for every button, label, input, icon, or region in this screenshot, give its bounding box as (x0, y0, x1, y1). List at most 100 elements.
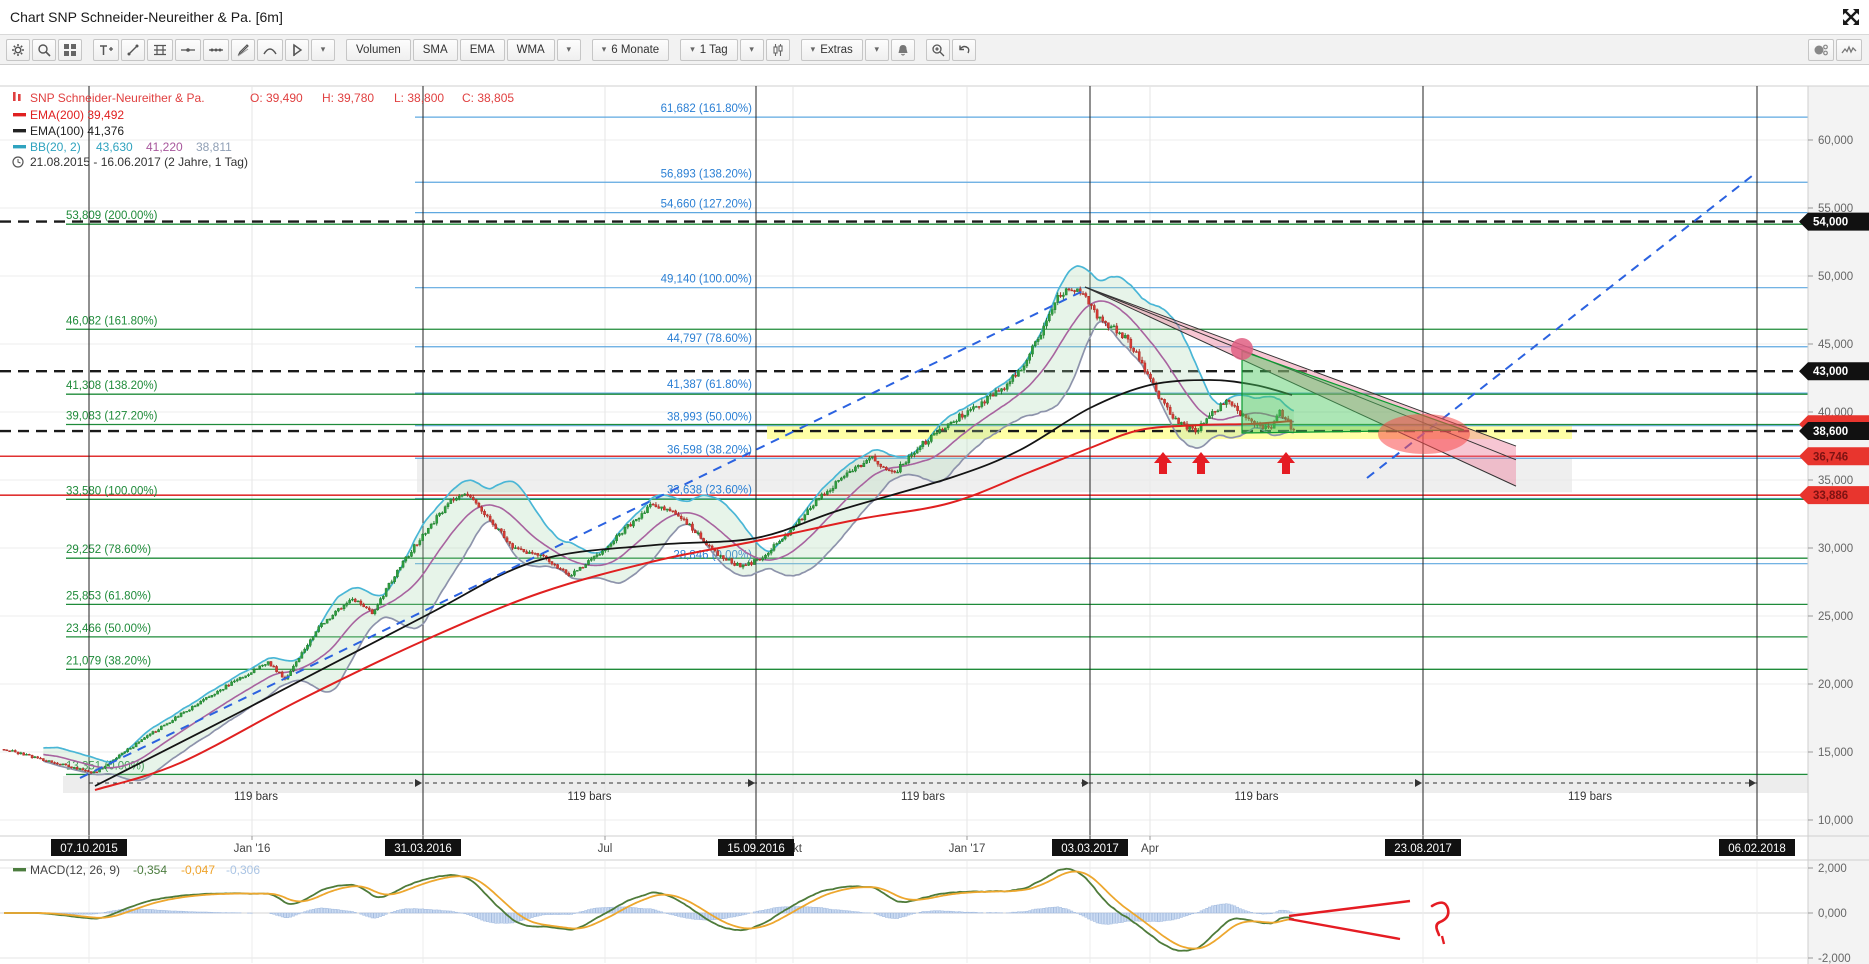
macd-histogram-bar (339, 909, 343, 914)
candle-body (800, 518, 804, 521)
macd-histogram-bar (969, 911, 972, 914)
macd-histogram-bar (1019, 911, 1023, 914)
fib-retracement-tool-button[interactable] (147, 38, 173, 61)
macd-histogram-bar (1174, 912, 1178, 920)
macd-histogram-bar (842, 910, 846, 914)
candle-body (151, 731, 155, 735)
candle-body (578, 567, 582, 571)
macd-histogram-bar (342, 910, 346, 914)
macd-histogram-bar (809, 906, 812, 914)
candle-body (514, 547, 517, 549)
macd-histogram-bar (471, 912, 475, 917)
wma-button[interactable]: WMA (506, 38, 555, 61)
candle-body (876, 460, 880, 465)
freehand-tool-button[interactable] (231, 38, 255, 61)
layout-grid-button[interactable] (58, 38, 82, 61)
volume-button[interactable]: Volumen (346, 38, 411, 61)
candle-body (1084, 293, 1088, 297)
macd-histogram-bar (1241, 909, 1245, 914)
candle-body (131, 746, 135, 749)
macd-histogram-bar (466, 912, 469, 915)
undo-button[interactable] (951, 38, 976, 61)
candle-body (345, 602, 349, 606)
candle-body (826, 491, 829, 495)
search-button[interactable] (32, 38, 56, 61)
sma-button[interactable]: SMA (412, 38, 458, 61)
line-chart-mode-button[interactable] (1836, 39, 1862, 61)
candle-body (559, 568, 562, 570)
macd-histogram-bar (530, 912, 534, 918)
candle-body (1107, 322, 1110, 328)
macd-histogram-bar (1188, 912, 1192, 915)
candle-body (654, 504, 658, 507)
candle-body (174, 716, 177, 721)
candle-body (103, 765, 107, 769)
candle-body (1087, 296, 1090, 305)
maximize-icon[interactable] (1841, 7, 1861, 27)
macd-histogram-bar (946, 910, 950, 914)
price-chart-canvas[interactable]: 53,809 (200.00%) 46,082 (161.80%) 41,308 (… (0, 0, 1869, 964)
extras-more-button[interactable]: ▾ (864, 38, 889, 61)
x-axis-label: Jan '17 (949, 843, 986, 855)
horizontal-line-tool-button[interactable] (175, 38, 201, 61)
candle-body (19, 752, 23, 755)
horizontal-ray-tool-button[interactable] (203, 38, 229, 61)
bubble-chart-button[interactable] (1808, 39, 1834, 61)
macd-histogram-bar (140, 908, 144, 914)
macd-axis-label: 0,000 (1818, 908, 1847, 920)
macd-histogram-bar (1255, 912, 1259, 914)
interval-dropdown[interactable]: ▾ 1 Tag (680, 38, 738, 61)
candle-body (1140, 359, 1144, 364)
macd-histogram-bar (1070, 910, 1074, 914)
arc-tool-button[interactable] (257, 38, 283, 61)
macd-histogram-bar (988, 912, 992, 914)
open-value: O: 39,490 (250, 91, 303, 105)
macd-histogram-bar (536, 912, 540, 917)
candle-body (1022, 365, 1026, 371)
candle-body (674, 510, 677, 515)
macd-histogram-bar (1236, 906, 1239, 914)
settings-button[interactable] (6, 38, 30, 61)
candle-body (1174, 417, 1178, 420)
candle-body (772, 544, 776, 551)
macd-histogram-bar (592, 908, 596, 914)
macd-histogram-bar (1182, 912, 1186, 917)
more-drawing-tools-button[interactable]: ▾ (311, 38, 335, 61)
more-indicators-button[interactable]: ▾ (556, 38, 581, 61)
candle-body (199, 701, 203, 705)
candle-body (415, 544, 419, 546)
marker-tool-button[interactable] (285, 38, 309, 61)
macd-histogram-bar (834, 909, 838, 914)
period-dropdown[interactable]: ▾ 6 Monate (591, 38, 670, 61)
macd-histogram-bar (151, 909, 155, 914)
fib-extension-label: 38,993 (50.00%) (667, 412, 752, 424)
macd-histogram-bar (154, 909, 158, 914)
interval-more-button[interactable]: ▾ (739, 38, 764, 61)
macd-histogram-bar (828, 908, 832, 914)
candle-body (53, 762, 56, 764)
candle-body (845, 472, 849, 477)
candle-body (969, 409, 972, 411)
candle-body (640, 513, 644, 519)
candle-body (629, 524, 632, 527)
candle-body (235, 679, 239, 682)
macd-histogram-bar (272, 912, 276, 915)
macd-histogram-bar (1011, 911, 1015, 914)
extras-dropdown[interactable]: ▾ Extras (800, 38, 863, 61)
macd-histogram-bar (353, 912, 357, 914)
macd-histogram-bar (182, 911, 186, 914)
macd-histogram-bar (927, 911, 930, 914)
zoom-in-button[interactable] (925, 38, 950, 61)
alert-bell-button[interactable] (890, 38, 915, 61)
text-tool-button[interactable] (93, 38, 119, 61)
trendline-tool-button[interactable] (121, 38, 145, 61)
chart-style-button[interactable] (765, 38, 790, 61)
ema-button[interactable]: EMA (459, 38, 505, 61)
macd-histogram-bar (958, 911, 961, 914)
macd-histogram-bar (398, 909, 402, 914)
candle-body (1070, 289, 1074, 292)
candle-body (1011, 374, 1015, 382)
fib-retracement-label: 46,082 (161.80%) (66, 315, 158, 327)
macd-histogram-bar (752, 911, 756, 914)
x-axis-label: Jul (598, 843, 613, 855)
